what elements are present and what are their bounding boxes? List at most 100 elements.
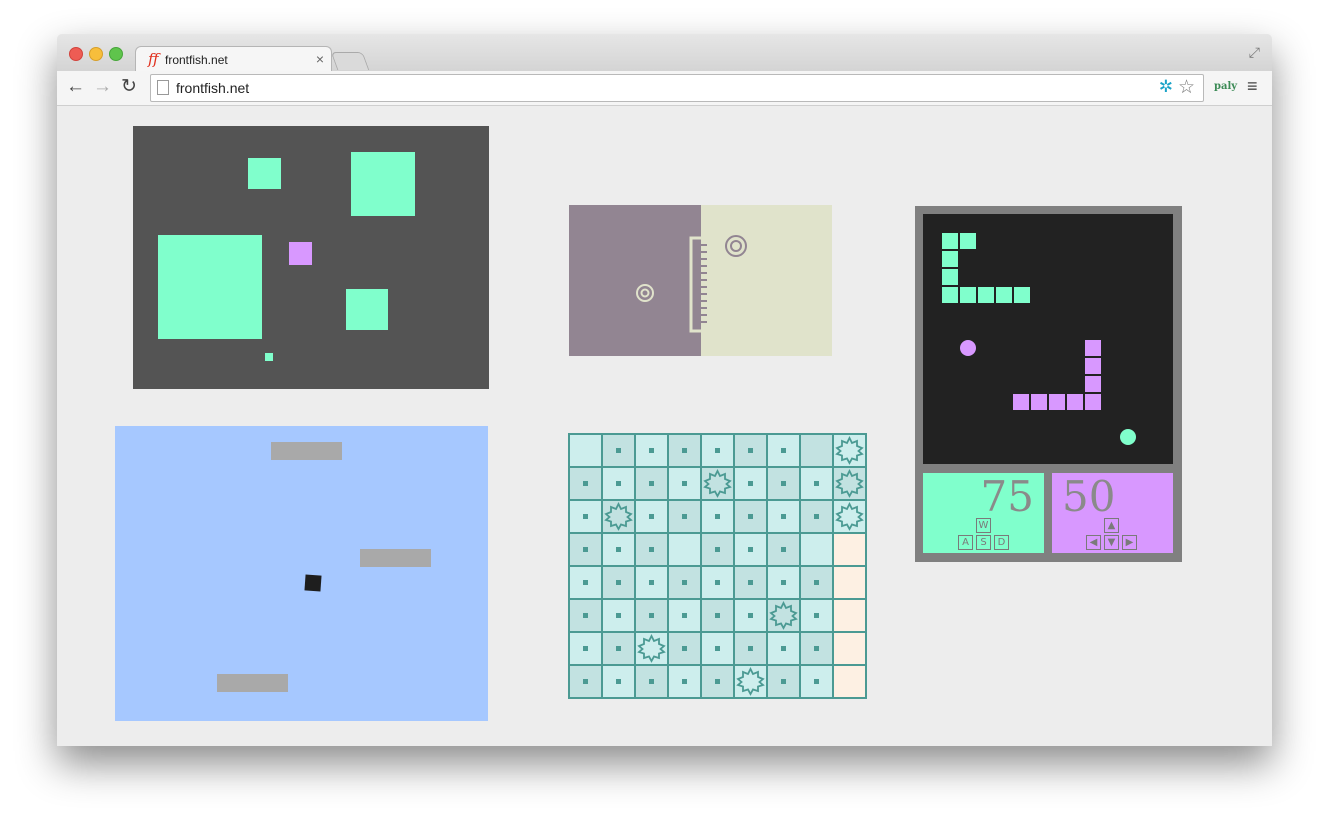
grid-cell[interactable] (799, 631, 834, 666)
grid-dot (748, 481, 753, 486)
tab-frontfish[interactable]: ff frontfish.net × (135, 46, 332, 73)
grid-cell[interactable] (733, 664, 768, 699)
grid-cell[interactable] (634, 532, 669, 567)
grid-cell[interactable] (832, 631, 867, 666)
zoom-window-button[interactable] (109, 47, 123, 61)
reload-icon[interactable]: ↻ (121, 76, 137, 98)
grid-cell[interactable] (799, 565, 834, 600)
grid-cell[interactable] (634, 565, 669, 600)
grid-cell[interactable] (700, 532, 735, 567)
game-snake[interactable]: 75 W A S D 50 ▲ ◀ ▼ ▶ (915, 206, 1182, 562)
grid-cell[interactable] (568, 664, 603, 699)
fullscreen-icon[interactable]: ⤢ (1249, 44, 1260, 61)
grid-dot (715, 679, 720, 684)
grid-cell[interactable] (832, 532, 867, 567)
grid-cell[interactable] (832, 433, 867, 468)
grid-cell[interactable] (700, 631, 735, 666)
minimize-window-button[interactable] (89, 47, 103, 61)
extension-icon[interactable]: ✲ (1159, 77, 1173, 97)
grid-cell[interactable] (667, 532, 702, 567)
address-bar[interactable]: frontfish.net ✲ ☆ (150, 74, 1204, 102)
grid-cell[interactable] (799, 532, 834, 567)
grid-cell[interactable] (667, 631, 702, 666)
game-platforms[interactable] (115, 426, 488, 721)
key-d: D (994, 535, 1009, 550)
grid-cell[interactable] (667, 565, 702, 600)
grid-cell[interactable] (667, 598, 702, 633)
grid-cell[interactable] (634, 499, 669, 534)
grid-cell[interactable] (601, 631, 636, 666)
grid-cell[interactable] (799, 466, 834, 501)
grid-cell[interactable] (799, 499, 834, 534)
grid-cell[interactable] (634, 466, 669, 501)
grid-cell[interactable] (667, 664, 702, 699)
grid-cell[interactable] (568, 499, 603, 534)
grid-cell[interactable] (799, 598, 834, 633)
grid-cell[interactable] (733, 433, 768, 468)
grid-cell[interactable] (601, 664, 636, 699)
grid-cell[interactable] (733, 598, 768, 633)
extension-paly-button[interactable]: paly (1214, 81, 1237, 92)
back-arrow-icon[interactable]: ← (66, 76, 85, 98)
tab-close-icon[interactable]: × (316, 51, 324, 67)
grid-cell[interactable] (700, 466, 735, 501)
grid-cell[interactable] (766, 466, 801, 501)
grid-dot (748, 547, 753, 552)
grid-cell[interactable] (733, 499, 768, 534)
grid-cell[interactable] (799, 664, 834, 699)
grid-cell[interactable] (568, 433, 603, 468)
grid-cell[interactable] (634, 598, 669, 633)
bookmark-star-icon[interactable]: ☆ (1178, 76, 1195, 99)
grid-cell[interactable] (667, 499, 702, 534)
split-panel-graphics (636, 235, 747, 333)
grid-cell[interactable] (634, 664, 669, 699)
grid-cell[interactable] (766, 598, 801, 633)
grid-cell[interactable] (832, 598, 867, 633)
grid-cell[interactable] (832, 499, 867, 534)
grid-row (568, 631, 867, 666)
grid-cell[interactable] (568, 598, 603, 633)
game-split-panel[interactable] (569, 205, 832, 356)
forward-arrow-icon[interactable]: → (93, 76, 112, 98)
game-grid-board[interactable] (568, 433, 867, 699)
menu-icon[interactable]: ≡ (1247, 76, 1258, 97)
grid-cell[interactable] (634, 433, 669, 468)
grid-cell[interactable] (766, 433, 801, 468)
grid-cell[interactable] (700, 565, 735, 600)
grid-cell[interactable] (733, 532, 768, 567)
grid-cell[interactable] (667, 466, 702, 501)
grid-cell[interactable] (568, 565, 603, 600)
grid-cell[interactable] (700, 664, 735, 699)
grid-cell[interactable] (700, 499, 735, 534)
grid-dot (583, 514, 588, 519)
url-text[interactable]: frontfish.net (176, 80, 249, 96)
close-window-button[interactable] (69, 47, 83, 61)
grid-cell[interactable] (700, 433, 735, 468)
new-tab-button[interactable] (330, 52, 370, 70)
grid-cell[interactable] (832, 565, 867, 600)
grid-cell[interactable] (766, 532, 801, 567)
grid-cell[interactable] (601, 466, 636, 501)
grid-cell[interactable] (601, 433, 636, 468)
grid-cell[interactable] (733, 565, 768, 600)
grid-cell[interactable] (766, 499, 801, 534)
grid-cell[interactable] (766, 565, 801, 600)
grid-cell[interactable] (568, 532, 603, 567)
grid-cell[interactable] (634, 631, 669, 666)
grid-cell[interactable] (601, 532, 636, 567)
grid-cell[interactable] (766, 631, 801, 666)
grid-cell[interactable] (832, 664, 867, 699)
grid-cell[interactable] (700, 598, 735, 633)
grid-cell[interactable] (568, 466, 603, 501)
grid-cell[interactable] (601, 598, 636, 633)
grid-cell[interactable] (568, 631, 603, 666)
grid-cell[interactable] (766, 664, 801, 699)
grid-cell[interactable] (733, 631, 768, 666)
grid-cell[interactable] (832, 466, 867, 501)
grid-cell[interactable] (667, 433, 702, 468)
grid-cell[interactable] (733, 466, 768, 501)
grid-cell[interactable] (601, 565, 636, 600)
game-squares[interactable] (133, 126, 489, 389)
grid-cell[interactable] (799, 433, 834, 468)
grid-cell[interactable] (601, 499, 636, 534)
